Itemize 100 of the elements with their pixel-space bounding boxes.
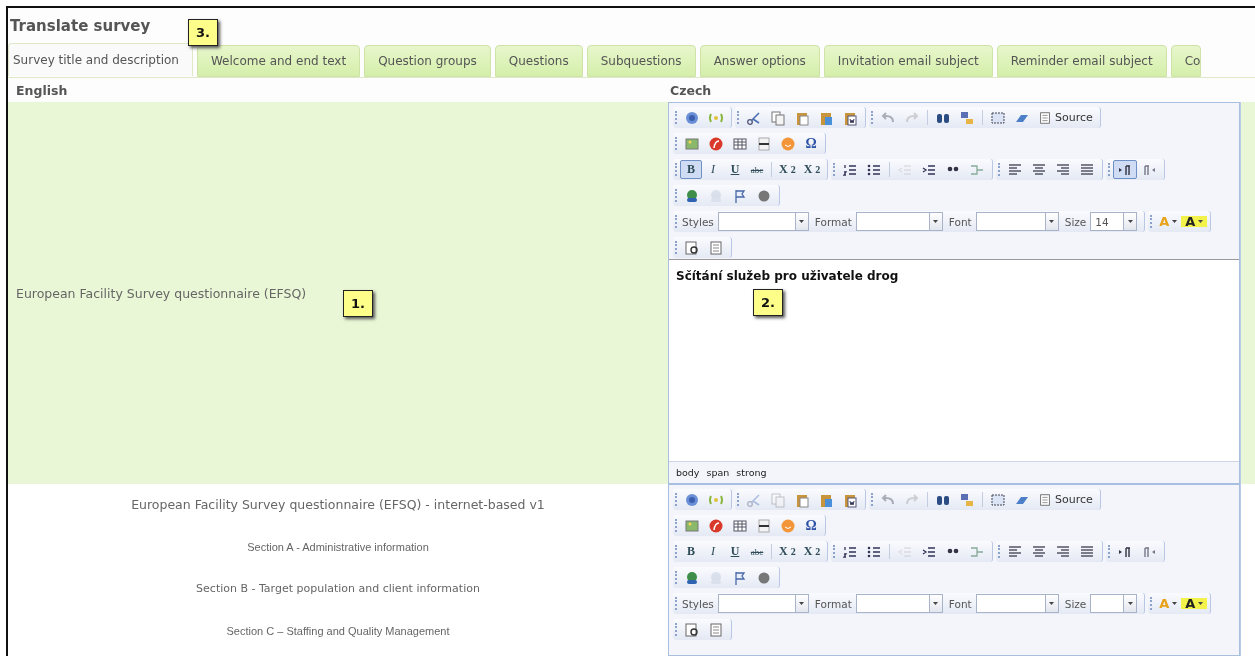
special-character-button[interactable]: Ω [800,516,822,535]
dropdown-arrow-icon [933,602,939,605]
dropdown-arrow-icon [1127,220,1133,223]
smiley-icon [780,135,796,152]
tab[interactable]: Answer options [699,45,820,77]
source-text: Section C – Staffing and Quality Management [226,624,450,639]
dropdown-field[interactable]: 14 [1090,212,1138,231]
dropdown-field[interactable] [1090,594,1138,613]
align-right-icon [1055,543,1072,560]
element-path-item[interactable]: body [676,467,700,478]
globe-icon [684,109,700,126]
dropdown-arrow-icon [1198,220,1204,223]
dropdown-field[interactable] [717,212,809,231]
document-icon [1038,109,1052,126]
scissors-icon [746,109,762,126]
flag-icon [732,569,748,586]
callout-label: 3. [188,19,218,46]
align-left-icon [1007,161,1024,178]
justify-icon [1079,161,1096,178]
replace-icon [959,109,975,126]
bold-button[interactable]: B [680,160,702,179]
dropdown-field[interactable] [855,212,943,231]
dropdown-field[interactable] [855,594,943,613]
strikethrough-button[interactable]: abc [746,542,768,561]
source-text: European Facility Survey questionnaire (EFSQ) [16,285,307,301]
editor-content[interactable]: Sčítání služeb pro uživatele drog 2. [669,259,1239,461]
ltr-button[interactable] [1113,160,1138,179]
tab[interactable]: Welcome and end text [196,45,361,77]
globe-icon [684,491,700,508]
dropdown-arrow-icon [933,220,939,223]
combo-label: Size [1063,215,1088,228]
preview-icon [684,239,700,256]
tab[interactable]: Questions [494,45,583,77]
italic-button[interactable]: I [702,160,724,179]
align-right-icon [1055,161,1072,178]
dropdown-arrow-icon [1049,220,1055,223]
column-header: English [15,81,69,100]
dropdown-arrow-icon [799,220,805,223]
source-text: Section A - Administrative information [247,540,429,555]
underline-button[interactable]: U [724,160,746,179]
dropdown-arrow-icon [1198,602,1204,605]
flash-icon [708,135,724,152]
element-path-item[interactable]: strong [736,467,767,478]
source-text: Section B - Target population and client information [196,581,480,597]
dropdown-arrow-icon [1127,602,1133,605]
tab[interactable]: Subquestions [586,45,696,77]
copy-icon [770,109,786,126]
dropdown-arrow-icon [1172,602,1178,605]
tab[interactable]: Reminder email subject [996,45,1167,77]
link-icon [684,187,700,204]
image-icon [684,135,700,152]
column-header: Czech [669,81,713,100]
combo-label: Size [1063,597,1088,610]
image-icon [684,517,700,534]
dropdown-arrow-icon [799,602,805,605]
dropdown-field[interactable] [717,594,809,613]
callout-label: 2. [753,289,783,316]
special-character-button[interactable]: Ω [800,134,822,153]
editor-text: Sčítání služeb pro uživatele drog [676,269,899,283]
dropdown-arrow-icon [1172,220,1178,223]
page-title: Translate survey [9,16,151,37]
dropdown-field[interactable] [975,212,1059,231]
align-left-icon [1007,543,1024,560]
combo-label: Styles [681,215,715,228]
flag-icon [732,187,748,204]
select-all-icon [990,109,1006,126]
align-center-icon [1031,543,1048,560]
replace-icon [959,491,975,508]
flash-icon [708,517,724,534]
tab[interactable]: Co [1170,45,1202,77]
strikethrough-button[interactable]: abc [746,160,768,179]
justify-icon [1079,543,1096,560]
source-text: European Facility Survey questionnaire (EFSQ) - internet-based v1 [131,496,545,514]
scissors-icon [746,491,762,508]
underline-button[interactable]: U [724,542,746,561]
smiley-icon [780,517,796,534]
copy-icon [770,491,786,508]
preview-icon [684,621,700,638]
dropdown-arrow-icon [1049,602,1055,605]
combo-label: Font [947,215,973,228]
document-icon [1038,491,1052,508]
select-all-icon [990,491,1006,508]
document-icon [708,621,724,638]
dropdown-value: 14 [1094,214,1110,230]
combo-label: Font [947,597,973,610]
tab[interactable]: Question groups [364,45,491,77]
dropdown-field[interactable] [975,594,1059,613]
table-icon [732,135,748,152]
combo-label: Format [813,597,853,610]
tab[interactable]: Invitation email subject [823,45,993,77]
callout-label: 1. [343,290,373,317]
bold-button[interactable]: B [680,542,702,561]
italic-button[interactable]: I [702,542,724,561]
tab[interactable]: Survey title and description [8,43,193,76]
combo-label: Format [813,215,853,228]
align-center-icon [1031,161,1048,178]
element-path-item[interactable]: span [706,467,730,478]
link-icon [684,569,700,586]
table-icon [732,517,748,534]
combo-label: Styles [681,597,715,610]
